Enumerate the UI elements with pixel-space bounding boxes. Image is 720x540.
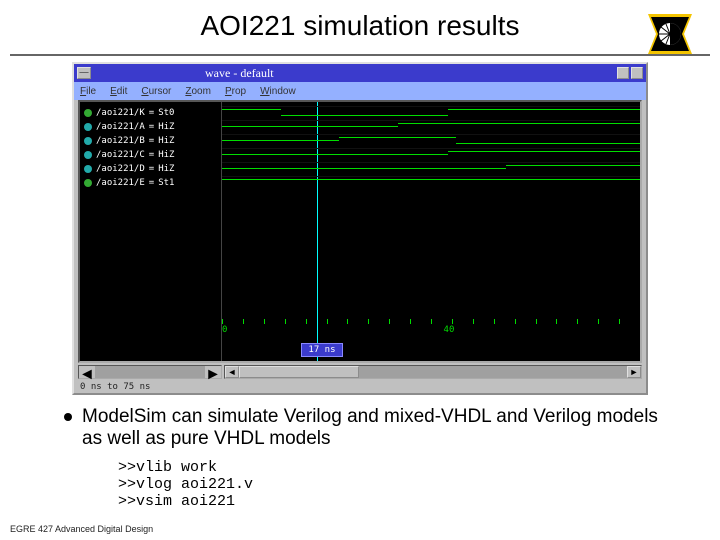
page-title: AOI221 simulation results xyxy=(0,10,720,42)
menu-zoom[interactable]: Zoom xyxy=(185,86,211,97)
scroll-right-button[interactable]: ► xyxy=(627,366,641,378)
signal-dot-icon xyxy=(84,179,92,187)
waveform-pane[interactable]: 0 40 17 ns xyxy=(222,102,640,361)
siglist-h-scrollbar[interactable]: ◄ ► xyxy=(78,365,222,379)
bullet-item: ModelSim can simulate Verilog and mixed-… xyxy=(82,406,680,450)
signal-row[interactable]: /aoi221/D = HiZ xyxy=(84,162,217,176)
signal-name: /aoi221/K xyxy=(96,108,145,118)
signal-dot-icon xyxy=(84,165,92,173)
vcu-logo xyxy=(648,14,692,54)
signal-name: /aoi221/B xyxy=(96,136,145,146)
footer-text: EGRE 427 Advanced Digital Design xyxy=(10,524,153,534)
signal-value: HiZ xyxy=(158,164,174,174)
code-block: >>vlib work >>vlog aoi221.v >>vsim aoi22… xyxy=(118,459,253,510)
signal-row[interactable]: /aoi221/B = HiZ xyxy=(84,134,217,148)
signal-name: /aoi221/C xyxy=(96,150,145,160)
window-title: wave - default xyxy=(205,66,274,81)
h-scrollbar[interactable]: ◄ ► xyxy=(224,365,642,379)
signal-value: St0 xyxy=(158,108,174,118)
menu-cursor[interactable]: Cursor xyxy=(141,86,171,97)
signal-row[interactable]: /aoi221/K = St0 xyxy=(84,106,217,120)
scroll-track[interactable] xyxy=(359,366,627,378)
titlebar[interactable]: — wave - default xyxy=(74,64,646,82)
maximize-button[interactable] xyxy=(631,67,643,79)
scroll-track[interactable] xyxy=(95,366,205,378)
signal-row[interactable]: /aoi221/C = HiZ xyxy=(84,148,217,162)
wave-window: — wave - default File Edit Cursor Zoom P… xyxy=(72,62,648,395)
tick-label: 0 xyxy=(222,325,227,335)
scroll-right-button[interactable]: ► xyxy=(205,366,221,378)
signal-name: /aoi221/E xyxy=(96,178,145,188)
sysmenu-icon[interactable]: — xyxy=(77,67,91,79)
bullet-dot-icon xyxy=(64,413,72,421)
status-text: 0 ns to 75 ns xyxy=(80,382,150,392)
wave-body: /aoi221/K = St0 /aoi221/A = HiZ /aoi221/… xyxy=(78,100,642,363)
menu-edit[interactable]: Edit xyxy=(110,86,127,97)
menubar: File Edit Cursor Zoom Prop Window xyxy=(74,82,646,100)
signal-value: HiZ xyxy=(158,150,174,160)
menu-prop[interactable]: Prop xyxy=(225,86,246,97)
time-axis: 0 40 xyxy=(222,325,640,339)
code-line: >>vlog aoi221.v xyxy=(118,476,253,493)
signal-dot-icon xyxy=(84,109,92,117)
minimize-button[interactable] xyxy=(617,67,629,79)
slide: AOI221 simulation results — wave - defau… xyxy=(0,0,720,540)
code-line: >>vlib work xyxy=(118,459,217,476)
signal-name: /aoi221/D xyxy=(96,164,145,174)
signal-value: HiZ xyxy=(158,122,174,132)
signal-value: St1 xyxy=(158,178,174,188)
signal-dot-icon xyxy=(84,151,92,159)
signal-dot-icon xyxy=(84,123,92,131)
signal-name: /aoi221/A xyxy=(96,122,145,132)
scroll-left-button[interactable]: ◄ xyxy=(79,366,95,378)
signal-row[interactable]: /aoi221/E = St1 xyxy=(84,176,217,190)
code-line: >>vsim aoi221 xyxy=(118,493,235,510)
signal-row[interactable]: /aoi221/A = HiZ xyxy=(84,120,217,134)
divider xyxy=(10,54,710,56)
cursor-time-label[interactable]: 17 ns xyxy=(301,343,342,357)
tick-label: 40 xyxy=(444,325,455,335)
bullet-text: ModelSim can simulate Verilog and mixed-… xyxy=(82,406,658,449)
signal-list[interactable]: /aoi221/K = St0 /aoi221/A = HiZ /aoi221/… xyxy=(80,102,222,361)
menu-file[interactable]: File xyxy=(80,86,96,97)
signal-value: HiZ xyxy=(158,136,174,146)
menu-window[interactable]: Window xyxy=(260,86,296,97)
signal-dot-icon xyxy=(84,137,92,145)
scroll-thumb[interactable] xyxy=(239,366,359,378)
scroll-left-button[interactable]: ◄ xyxy=(225,366,239,378)
